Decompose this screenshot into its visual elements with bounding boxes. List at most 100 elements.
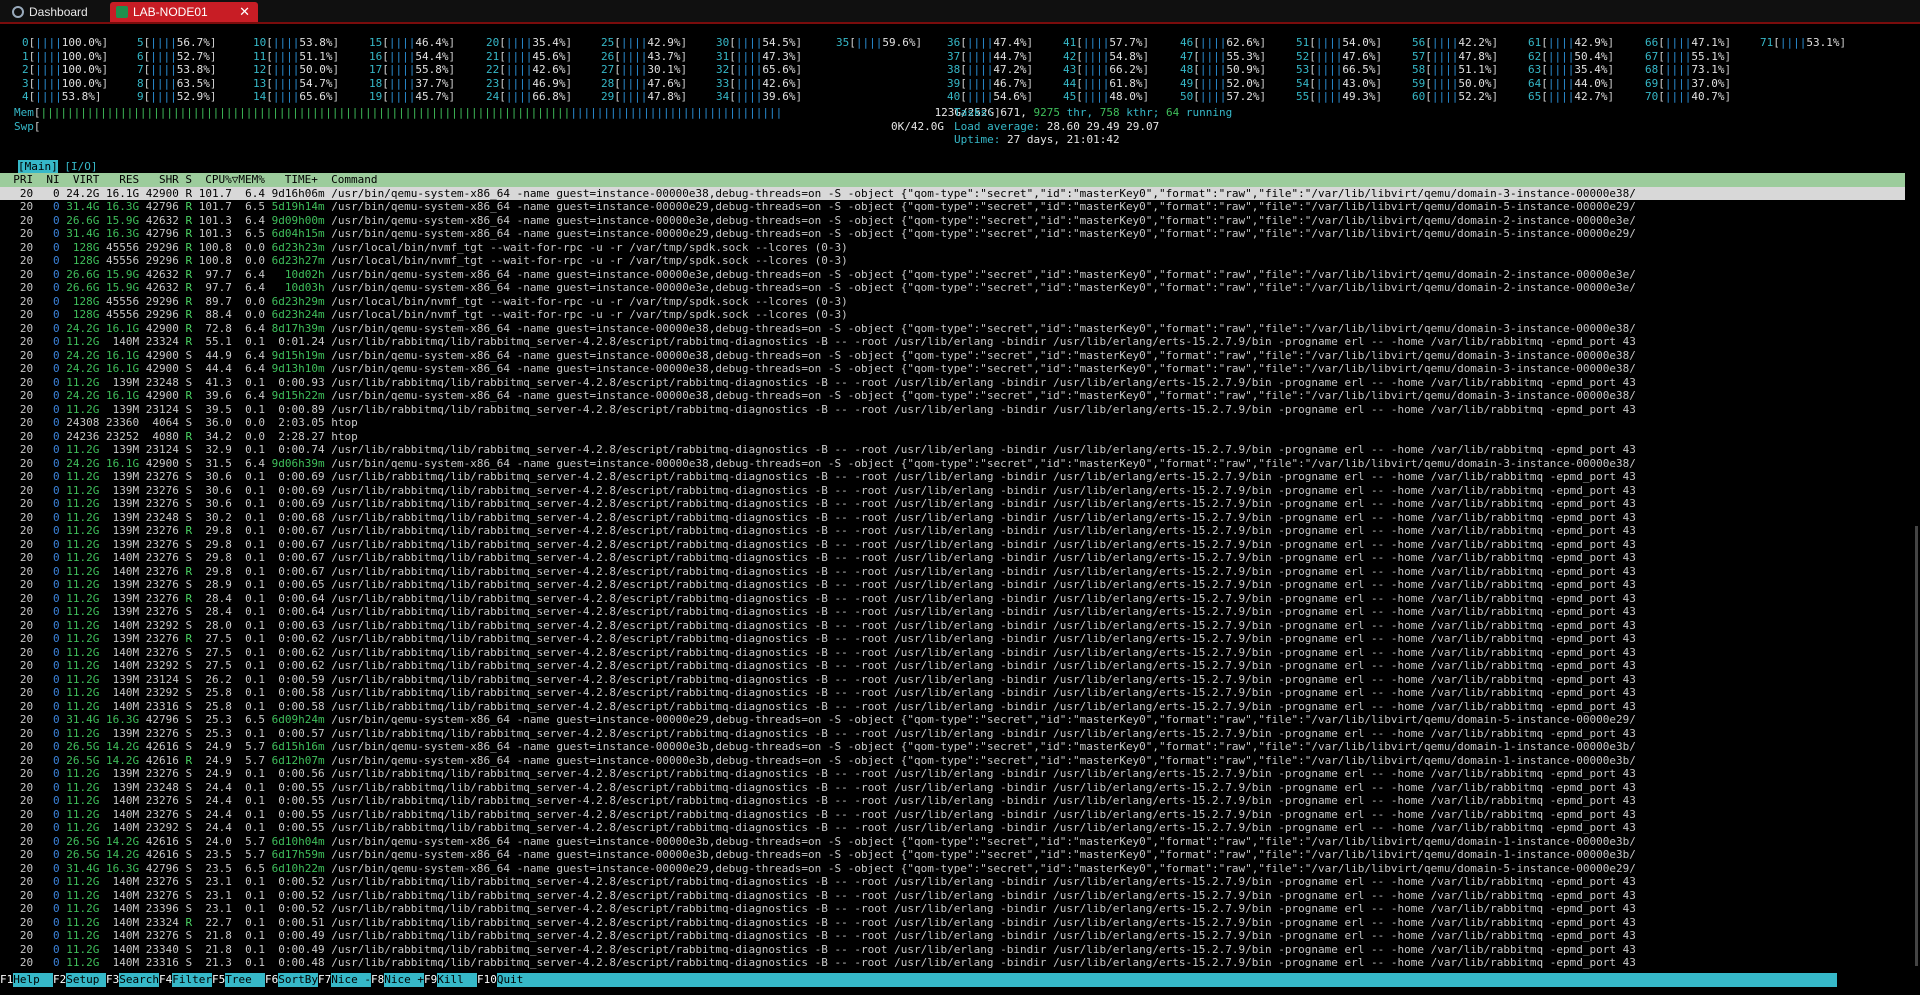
cpu-percent: 37.0% <box>1691 76 1725 90</box>
process-row[interactable]: 20 0 26.5G 14.2G 42616 R 24.9 5.7 6d12h0… <box>0 754 1905 768</box>
process-row[interactable]: 20 0 31.4G 16.3G 42796 S 23.5 6.5 6d10h2… <box>0 862 1905 876</box>
fkey-label[interactable]: Kill <box>437 973 477 987</box>
cpu-percent: 52.2% <box>1458 90 1492 103</box>
fkey-f5[interactable]: F5 <box>212 973 226 987</box>
fkey-label[interactable]: Quit <box>496 973 537 987</box>
fkey-f1[interactable]: F1 <box>0 973 14 987</box>
process-row[interactable]: 20 0 11.2G 139M 23276 S 24.9 0.1 0:00.56… <box>0 767 1905 781</box>
process-row[interactable]: 20 0 24.2G 16.1G 42900 R 72.8 6.4 8d17h3… <box>0 322 1905 336</box>
process-row[interactable]: 20 0 11.2G 139M 23276 S 28.9 0.1 0:00.65… <box>0 578 1905 592</box>
process-row[interactable]: 20 0 11.2G 140M 23276 S 29.8 0.1 0:00.67… <box>0 551 1905 565</box>
process-row[interactable]: 20 0 24308 23360 4064 S 36.0 0.0 2:03.05… <box>0 416 1905 430</box>
process-row[interactable]: 20 0 26.6G 15.9G 42632 R 101.3 6.4 9d09h… <box>0 214 1905 228</box>
process-row[interactable]: 20 0 11.2G 140M 23276 R 29.8 0.1 0:00.67… <box>0 565 1905 579</box>
process-row[interactable]: 20 0 11.2G 139M 23124 S 26.2 0.1 0:00.59… <box>0 673 1905 687</box>
fkey-f4[interactable]: F4 <box>159 973 173 987</box>
process-row[interactable]: 20 0 11.2G 139M 23124 S 39.5 0.1 0:00.89… <box>0 403 1905 417</box>
cpu-bar: |||| <box>735 49 763 63</box>
process-row[interactable]: 20 0 11.2G 139M 23276 R 28.4 0.1 0:00.64… <box>0 592 1905 606</box>
process-row[interactable]: 20 0 11.2G 139M 23276 S 29.8 0.1 0:00.67… <box>0 538 1905 552</box>
tab-main[interactable]: [Main] <box>18 160 58 173</box>
process-row[interactable]: 20 0 11.2G 140M 23292 S 25.8 0.1 0:00.58… <box>0 686 1905 700</box>
process-row[interactable]: 20 0 11.2G 139M 23248 S 30.2 0.1 0:00.68… <box>0 511 1905 525</box>
process-row[interactable]: 20 0 31.4G 16.3G 42796 R 101.7 6.5 5d19h… <box>0 200 1905 214</box>
process-row[interactable]: 20 0 11.2G 140M 23276 S 24.4 0.1 0:00.55… <box>0 794 1905 808</box>
process-row[interactable]: 20 0 24236 23252 4080 R 34.2 0.0 2:28.27… <box>0 430 1905 444</box>
cpu-id: 18 <box>369 76 383 90</box>
process-row[interactable]: 20 0 11.2G 140M 23316 S 21.3 0.1 0:00.48… <box>0 956 1905 970</box>
cpu-id: 51 <box>1296 36 1310 49</box>
process-row[interactable]: 20 0 11.2G 139M 23248 S 24.4 0.1 0:00.55… <box>0 781 1905 795</box>
process-row[interactable]: 20 0 11.2G 140M 23276 S 24.4 0.1 0:00.55… <box>0 808 1905 822</box>
process-row[interactable]: 20 0 128G 45556 29296 R 100.8 0.0 6d23h2… <box>0 241 1905 255</box>
process-row[interactable]: 20 0 24.2G 16.1G 42900 S 44.9 6.4 9d15h1… <box>0 349 1905 363</box>
fkey-f9[interactable]: F9 <box>424 973 438 987</box>
column-headers[interactable]: PRI NI VIRT RES SHR S CPU%▽MEM% TIME+ Co… <box>0 173 377 187</box>
tab-dashboard[interactable]: Dashboard <box>12 2 112 22</box>
process-row[interactable]: 20 0 11.2G 139M 23276 S 28.4 0.1 0:00.64… <box>0 605 1905 619</box>
process-row[interactable]: 20 0 11.2G 140M 23276 S 27.5 0.1 0:00.62… <box>0 646 1905 660</box>
process-row[interactable]: 20 0 11.2G 140M 23292 S 24.4 0.1 0:00.55… <box>0 821 1905 835</box>
process-row[interactable]: 20 0 24.2G 16.1G 42900 S 31.5 6.4 9d06h3… <box>0 457 1905 471</box>
fkey-label[interactable]: Nice - <box>331 973 371 987</box>
process-row[interactable]: 20 0 128G 45556 29296 R 89.7 0.0 6d23h29… <box>0 295 1905 309</box>
fkey-label[interactable]: SortBy <box>278 973 318 987</box>
process-row[interactable]: 20 0 11.2G 140M 23324 R 22.7 0.1 0:00.51… <box>0 916 1905 930</box>
process-row[interactable]: 20 0 11.2G 140M 23292 S 28.0 0.1 0:00.63… <box>0 619 1905 633</box>
process-row[interactable]: 20 0 11.2G 139M 23276 S 30.6 0.1 0:00.69… <box>0 497 1905 511</box>
fkey-f6[interactable]: F6 <box>265 973 279 987</box>
fkey-label[interactable]: Filter <box>172 973 212 987</box>
cpu-id: 60 <box>1412 90 1426 103</box>
fkey-label[interactable]: Nice + <box>384 973 424 987</box>
terminal-viewport[interactable]: 0[||||100.0%] 1[||||100.0%] 2[||||100.0%] 3… <box>0 26 1920 995</box>
tab-io[interactable]: [I/O] <box>64 160 97 173</box>
fkey-f3[interactable]: F3 <box>106 973 120 987</box>
process-row[interactable]: 20 0 24.2G 16.1G 42900 R 39.6 6.4 9d15h2… <box>0 389 1905 403</box>
process-row[interactable]: 20 0 26.5G 14.2G 42616 S 24.0 5.7 6d10h0… <box>0 835 1905 849</box>
fkey-label[interactable]: Setup <box>66 973 106 987</box>
fkey-f8[interactable]: F8 <box>371 973 385 987</box>
process-row[interactable]: 20 0 11.2G 139M 23276 R 29.8 0.1 0:00.67… <box>0 524 1905 538</box>
process-row[interactable]: 20 0 11.2G 140M 23324 R 55.1 0.1 0:01.24… <box>0 335 1905 349</box>
cpu-bar: |||| <box>505 90 533 103</box>
fkey-f10[interactable]: F10 <box>477 973 497 987</box>
process-row[interactable]: 20 0 11.2G 140M 23276 S 23.1 0.1 0:00.52… <box>0 889 1905 903</box>
process-row[interactable]: 20 0 11.2G 139M 23276 S 30.6 0.1 0:00.69… <box>0 484 1905 498</box>
process-row[interactable]: 20 0 11.2G 139M 23276 S 25.3 0.1 0:00.57… <box>0 727 1905 741</box>
fkey-f2[interactable]: F2 <box>53 973 67 987</box>
scrollbar[interactable] <box>1915 526 1918 966</box>
cpu-percent: 47.8% <box>1458 49 1492 63</box>
process-row[interactable]: 20 0 11.2G 140M 23276 S 23.1 0.1 0:00.52… <box>0 875 1905 889</box>
process-row[interactable]: 20 0 26.5G 14.2G 42616 S 23.5 5.7 6d17h5… <box>0 848 1905 862</box>
process-row[interactable]: 20 0 24.2G 16.1G 42900 R 101.7 6.4 9d16h… <box>0 187 1905 201</box>
close-icon[interactable]: ✕ <box>239 4 250 20</box>
fkey-label[interactable]: Tree <box>225 973 265 987</box>
screen-tabs: [Main] [I/O] <box>18 160 98 174</box>
cpu-meter-64: 64[||||44.0%] <box>1528 76 1615 90</box>
process-row[interactable]: 20 0 128G 45556 29296 R 88.4 0.0 6d23h24… <box>0 308 1905 322</box>
process-row[interactable]: 20 0 26.6G 15.9G 42632 R 97.7 6.4 10d02h… <box>0 268 1905 282</box>
process-row[interactable]: 20 0 31.4G 16.3G 42796 S 25.3 6.5 6d09h2… <box>0 713 1905 727</box>
process-row[interactable]: 20 0 11.2G 140M 23396 S 23.1 0.1 0:00.52… <box>0 902 1905 916</box>
process-row[interactable]: 20 0 11.2G 139M 23248 S 41.3 0.1 0:00.93… <box>0 376 1905 390</box>
fkey-f7[interactable]: F7 <box>318 973 332 987</box>
fkey-label[interactable]: Search <box>119 973 159 987</box>
process-row[interactable]: 20 0 11.2G 140M 23292 S 27.5 0.1 0:00.62… <box>0 659 1905 673</box>
cpu-bar: |||| <box>1082 36 1110 49</box>
process-row[interactable]: 20 0 26.5G 14.2G 42616 S 24.9 5.7 6d15h1… <box>0 740 1905 754</box>
process-row[interactable]: 20 0 11.2G 140M 23316 S 25.8 0.1 0:00.58… <box>0 700 1905 714</box>
process-row[interactable]: 20 0 24.2G 16.1G 42900 S 44.4 6.4 9d13h1… <box>0 362 1905 376</box>
process-row[interactable]: 20 0 11.2G 140M 23276 S 21.8 0.1 0:00.49… <box>0 929 1905 943</box>
cpu-percent: 55.1% <box>1691 49 1725 63</box>
tab-lab-node01[interactable]: LAB-NODE01 ✕ <box>110 2 258 22</box>
process-row[interactable]: 20 0 11.2G 139M 23276 R 27.5 0.1 0:00.62… <box>0 632 1905 646</box>
process-row[interactable]: 20 0 11.2G 139M 23276 S 30.6 0.1 0:00.69… <box>0 470 1905 484</box>
cpu-meter-17: 17[||||55.8%] <box>369 63 456 76</box>
process-row[interactable]: 20 0 11.2G 140M 23340 S 21.8 0.1 0:00.49… <box>0 943 1905 957</box>
process-row[interactable]: 20 0 31.4G 16.3G 42796 R 101.3 6.5 6d04h… <box>0 227 1905 241</box>
process-row[interactable]: 20 0 26.6G 15.9G 42632 R 97.7 6.4 10d03h… <box>0 281 1905 295</box>
cpu-meter-35: 35[||||59.6%] <box>836 36 923 49</box>
process-row[interactable]: 20 0 11.2G 139M 23124 S 32.9 0.1 0:00.74… <box>0 443 1905 457</box>
process-row[interactable]: 20 0 128G 45556 29296 R 100.8 0.0 6d23h2… <box>0 254 1905 268</box>
fkey-label[interactable]: Help <box>13 973 53 987</box>
